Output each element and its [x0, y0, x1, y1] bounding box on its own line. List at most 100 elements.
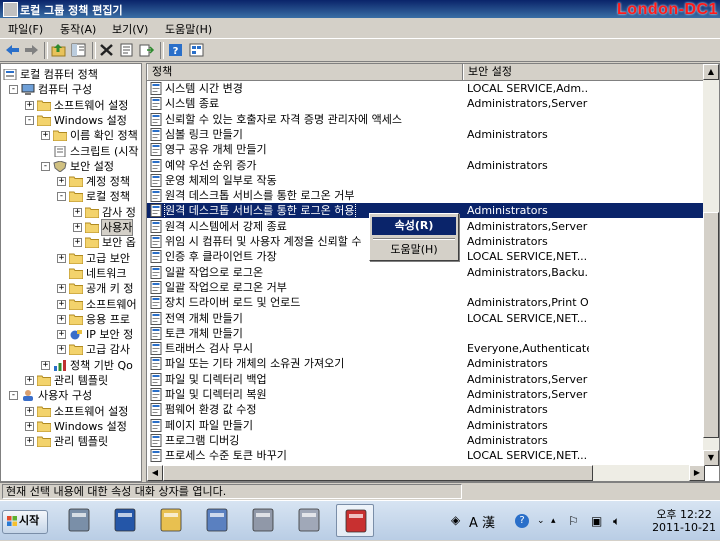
expand-icon[interactable]: +	[57, 284, 66, 294]
action-center-flag-icon[interactable]: ⚐	[568, 514, 579, 528]
expand-icon[interactable]: +	[25, 421, 34, 431]
tree-node[interactable]: - 사용자 구성	[1, 388, 141, 403]
tree-node[interactable]: + IP 보안 정	[1, 327, 141, 342]
tree-node[interactable]: + 응용 프로	[1, 312, 141, 327]
view-icon[interactable]	[188, 42, 205, 58]
table-row[interactable]: 토큰 개체 만들기	[147, 326, 707, 341]
event-viewer-icon[interactable]	[290, 504, 328, 537]
expand-icon[interactable]: +	[57, 314, 66, 324]
clock[interactable]: 오후 12:22 2011-10-21	[652, 508, 716, 534]
console-tree[interactable]: 로컬 컴퓨터 정책 - 컴퓨터 구성 + 소프트웨어 설정 - Windows 설정 + 이름 …	[0, 63, 142, 482]
ime-indicator[interactable]: A 漢	[469, 512, 495, 531]
table-row[interactable]: 파일 또는 기타 개체의 소유권 가져오기 Administrators	[147, 356, 707, 371]
tree-node[interactable]: + 보안 옵	[1, 235, 141, 250]
expand-icon[interactable]: +	[73, 223, 82, 232]
tree-node[interactable]: + 고급 보안	[1, 251, 141, 266]
policy-list[interactable]: 정책 보안 설정 시스템 시간 변경 LOCAL SERVICE,Adm... 시스…	[146, 63, 720, 482]
tree-node[interactable]: 네트워크	[1, 266, 141, 281]
vertical-scroll-thumb[interactable]	[703, 212, 719, 438]
tree-node[interactable]: - 컴퓨터 구성	[1, 82, 141, 97]
tree-node[interactable]: + 소프트웨어	[1, 297, 141, 312]
back-icon[interactable]	[4, 42, 21, 58]
tree-node[interactable]: 로컬 컴퓨터 정책	[1, 67, 141, 82]
expand-icon[interactable]: +	[57, 345, 66, 355]
expand-icon[interactable]: +	[25, 100, 34, 110]
services-icon[interactable]	[244, 504, 282, 537]
column-header-policy[interactable]: 정책	[147, 64, 463, 80]
tree-node[interactable]: + 감사 정	[1, 205, 141, 220]
table-row[interactable]: 일괄 작업으로 로그온 거부	[147, 280, 707, 295]
up-folder-icon[interactable]	[50, 42, 67, 58]
table-row[interactable]: 펌웨어 환경 값 수정 Administrators	[147, 402, 707, 417]
collapse-icon[interactable]: -	[41, 161, 50, 171]
tree-node[interactable]: + 이름 확인 정책	[1, 128, 141, 143]
expand-icon[interactable]: +	[25, 406, 34, 416]
expand-icon[interactable]: +	[41, 131, 50, 141]
menu-view[interactable]: 보기(V)	[112, 21, 148, 37]
scroll-down-button[interactable]: ▼	[703, 450, 719, 466]
properties-icon[interactable]	[118, 42, 135, 58]
forward-icon[interactable]	[23, 42, 40, 58]
server-manager-icon[interactable]	[60, 504, 98, 537]
table-row[interactable]: 장치 드라이버 로드 및 언로드 Administrators,Print O..…	[147, 295, 707, 310]
show-hide-tree-icon[interactable]	[70, 42, 87, 58]
table-row[interactable]: 프로세스 수준 토큰 바꾸기 LOCAL SERVICE,NET...	[147, 448, 707, 463]
collapse-icon[interactable]: -	[9, 85, 18, 95]
table-row[interactable]: 운영 체제의 일부로 작동	[147, 173, 707, 188]
tree-node[interactable]: + 정책 기반 Qo	[1, 358, 141, 373]
network-icon[interactable]: ▣	[591, 514, 602, 528]
menu-action[interactable]: 동작(A)	[60, 21, 96, 37]
explorer-icon[interactable]	[152, 504, 190, 537]
tree-node[interactable]: + 공개 키 정	[1, 281, 141, 296]
expand-icon[interactable]: +	[25, 437, 34, 447]
tree-node[interactable]: + 소프트웨어 설정	[1, 98, 141, 113]
expand-icon[interactable]: +	[25, 376, 34, 385]
tree-node[interactable]: + 고급 감사	[1, 342, 141, 357]
tree-node[interactable]: + 사용자	[1, 219, 141, 236]
title-bar[interactable]: 로컬 그룹 정책 편집기 London-DC1	[0, 0, 720, 18]
tree-node[interactable]: 스크립트 (시작	[1, 144, 141, 159]
expand-icon[interactable]: +	[73, 238, 82, 248]
expand-icon[interactable]: +	[73, 207, 82, 217]
scroll-up-button[interactable]: ▲	[703, 64, 719, 80]
expand-icon[interactable]: +	[57, 253, 66, 263]
powershell-icon[interactable]	[106, 504, 144, 537]
horizontal-scrollbar[interactable]: ◀ ▶	[147, 465, 705, 481]
table-row[interactable]: 트래버스 검사 무시 Everyone,Authenticate...	[147, 341, 707, 356]
tree-node[interactable]: - 보안 설정	[1, 159, 141, 174]
table-row[interactable]: 전역 개체 만들기 LOCAL SERVICE,NET...	[147, 311, 707, 326]
table-row[interactable]: 심볼 링크 만들기 Administrators	[147, 127, 707, 142]
tree-node[interactable]: + 관리 템플릿	[1, 373, 141, 388]
group-policy-icon[interactable]	[336, 504, 374, 537]
tree-node[interactable]: - 로컬 정책	[1, 189, 141, 204]
table-row[interactable]: 일괄 작업으로 로그온 Administrators,Backu...	[147, 265, 707, 280]
computer-management-icon[interactable]	[198, 504, 236, 537]
table-row[interactable]: 파일 및 디렉터리 백업 Administrators,Server ...	[147, 372, 707, 387]
tree-node[interactable]: + 계정 정책	[1, 174, 141, 189]
collapse-icon[interactable]: -	[25, 115, 34, 125]
table-row[interactable]: 파일 및 디렉터리 복원 Administrators,Server ...	[147, 387, 707, 402]
context-menu-properties[interactable]: 속성(R)	[372, 217, 456, 235]
table-row[interactable]: 영구 공유 개체 만들기	[147, 142, 707, 157]
table-row[interactable]: 페이지 파일 만들기 Administrators	[147, 418, 707, 433]
menu-file[interactable]: 파일(F)	[8, 21, 43, 37]
help-icon[interactable]: ?	[167, 42, 184, 58]
ime-help-icon[interactable]: ?	[515, 514, 529, 528]
delete-icon[interactable]	[98, 42, 115, 58]
table-row[interactable]: 시스템 종료 Administrators,Server ...	[147, 96, 707, 111]
show-hidden-icons-icon[interactable]: ▴	[551, 516, 556, 526]
horizontal-scroll-thumb[interactable]	[163, 465, 593, 481]
scroll-left-button[interactable]: ◀	[147, 465, 163, 481]
start-button[interactable]: 시작	[2, 510, 48, 534]
tree-node[interactable]: + 소프트웨어 설정	[1, 404, 141, 419]
language-bar-icon[interactable]: ◈	[451, 513, 460, 527]
tree-node[interactable]: + Windows 설정	[1, 419, 141, 434]
expand-icon[interactable]: +	[57, 177, 66, 187]
vertical-scrollbar[interactable]: ▲ ▼	[703, 64, 719, 466]
tree-node[interactable]: - Windows 설정	[1, 113, 141, 128]
table-row[interactable]: 신뢰할 수 있는 호출자로 자격 증명 관리자에 액세스	[147, 112, 707, 127]
table-row[interactable]: 원격 데스크톱 서비스를 통한 로그온 거부	[147, 188, 707, 203]
column-header-security-setting[interactable]: 보안 설정	[463, 64, 707, 80]
export-icon[interactable]	[138, 42, 155, 58]
table-row[interactable]: 예약 우선 순위 증가 Administrators	[147, 158, 707, 173]
